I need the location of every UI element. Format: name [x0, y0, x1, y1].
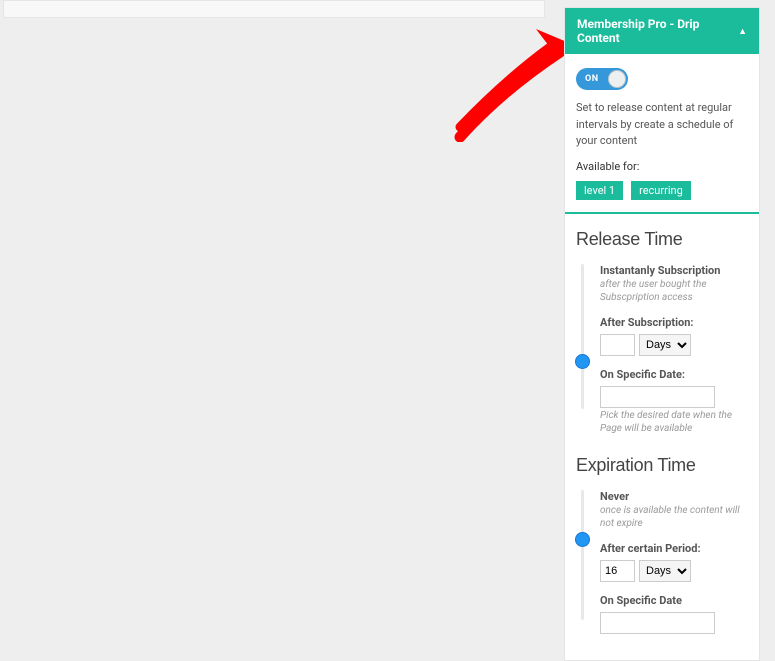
after-subscription-input[interactable] — [600, 334, 635, 356]
release-time-section: Release Time Instantanly Subscription af… — [576, 214, 748, 449]
available-for-label: Available for: — [576, 160, 748, 173]
main-content-placeholder — [3, 0, 545, 18]
release-slider-handle[interactable] — [575, 354, 590, 369]
release-specific-date-hint: Pick the desired date when the Page will… — [600, 409, 748, 435]
after-period-input[interactable] — [600, 560, 635, 582]
collapse-icon: ▲ — [738, 26, 747, 37]
available-tags: level 1 recurring — [576, 179, 748, 200]
drip-content-panel: Membership Pro - Drip Content ▲ ON Set t… — [564, 7, 760, 661]
expiration-time-section: Expiration Time Never once is available … — [576, 449, 748, 648]
release-specific-date-input[interactable] — [600, 386, 715, 408]
expiration-slider-track[interactable] — [581, 490, 584, 620]
release-time-title: Release Time — [576, 229, 748, 250]
expiration-specific-date-input[interactable] — [600, 612, 715, 634]
expiration-slider-handle[interactable] — [575, 532, 590, 547]
instant-subscription-title: Instantanly Subscription — [600, 264, 748, 277]
tag-level1[interactable]: level 1 — [576, 181, 623, 200]
release-slider-track[interactable] — [581, 264, 584, 409]
after-subscription-label: After Subscription: — [600, 316, 748, 329]
release-specific-date-label: On Specific Date: — [600, 368, 748, 381]
panel-description: Set to release content at regular interv… — [576, 100, 748, 150]
never-expire-hint: once is available the content will not e… — [600, 504, 748, 530]
after-period-unit-select[interactable]: Days — [639, 560, 691, 582]
never-expire-title: Never — [600, 490, 748, 503]
expiration-specific-date-label: On Specific Date — [600, 594, 748, 607]
instant-subscription-hint: after the user bought the Subscpription … — [600, 278, 748, 304]
panel-header[interactable]: Membership Pro - Drip Content ▲ — [565, 8, 759, 54]
after-period-label: After certain Period: — [600, 542, 748, 555]
toggle-knob — [608, 70, 626, 88]
tag-recurring[interactable]: recurring — [631, 181, 691, 200]
toggle-state-label: ON — [585, 74, 599, 84]
after-subscription-unit-select[interactable]: Days — [639, 334, 691, 356]
panel-title: Membership Pro - Drip Content — [577, 17, 738, 45]
drip-toggle[interactable]: ON — [576, 68, 628, 90]
expiration-time-title: Expiration Time — [576, 455, 748, 476]
